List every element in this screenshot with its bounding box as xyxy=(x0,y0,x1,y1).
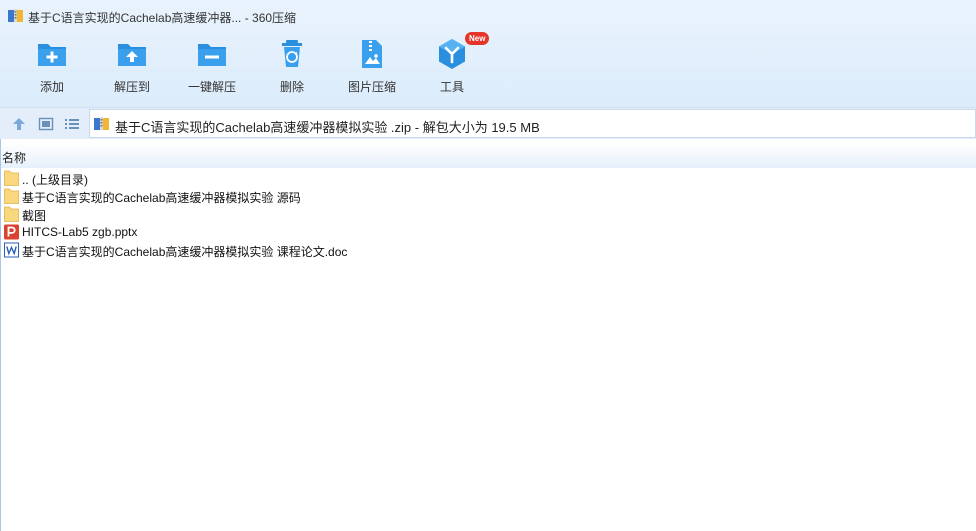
file-name: .. (上级目录) xyxy=(22,173,88,187)
list-view-icon[interactable] xyxy=(64,116,80,132)
tools-button[interactable]: New 工具 xyxy=(412,32,492,102)
recycle-bin-icon xyxy=(282,40,302,67)
zip-archive-icon xyxy=(94,117,109,130)
toolbar: 添加 解压到 一键解压 删除 图片压缩 New 工具 xyxy=(0,32,976,106)
file-name: 基于C语言实现的Cachelab高速缓冲器模拟实验 源码 xyxy=(22,191,301,205)
tools-icon xyxy=(439,39,465,69)
address-bar[interactable]: 基于C语言实现的Cachelab高速缓冲器模拟实验 .zip - 解包大小为 1… xyxy=(89,109,976,138)
tools-label: 工具 xyxy=(439,80,464,94)
window-title: 基于C语言实现的Cachelab高速缓冲器... - 360压缩 xyxy=(28,11,297,25)
header-area: 基于C语言实现的Cachelab高速缓冲器... - 360压缩 添加 解压到 … xyxy=(0,0,976,107)
thumbnail-view-icon[interactable] xyxy=(38,116,54,132)
extract-to-label: 解压到 xyxy=(113,80,150,94)
app-window: 基于C语言实现的Cachelab高速缓冲器... - 360压缩 添加 解压到 … xyxy=(0,0,976,531)
list-item[interactable]: HITCS-Lab5 zgb.pptx xyxy=(4,223,704,241)
image-compress-label: 图片压缩 xyxy=(347,80,396,94)
word-file-icon xyxy=(4,242,19,258)
column-name-label: 名称 xyxy=(2,151,27,165)
folder-icon xyxy=(4,188,19,204)
file-name: 截图 xyxy=(22,209,47,223)
list-item[interactable]: .. (上级目录) xyxy=(4,169,704,187)
folder-icon xyxy=(4,206,19,222)
extract-to-icon xyxy=(118,44,146,66)
list-item[interactable]: 截图 xyxy=(4,205,704,223)
file-name: HITCS-Lab5 zgb.pptx xyxy=(22,225,138,239)
extract-to-button[interactable]: 解压到 xyxy=(92,36,172,102)
folder-icon xyxy=(4,170,19,186)
delete-button[interactable]: 删除 xyxy=(252,36,332,102)
powerpoint-file-icon xyxy=(4,224,19,240)
one-click-extract-label: 一键解压 xyxy=(187,80,236,94)
file-name: 基于C语言实现的Cachelab高速缓冲器模拟实验 课程论文.doc xyxy=(22,245,348,259)
delete-label: 删除 xyxy=(279,80,304,94)
up-arrow-icon[interactable] xyxy=(11,116,27,132)
archive-path: 基于C语言实现的Cachelab高速缓冲器模拟实验 .zip - 解包大小为 1… xyxy=(115,120,540,135)
image-compress-icon xyxy=(362,40,382,68)
title-bar[interactable]: 基于C语言实现的Cachelab高速缓冲器... - 360压缩 xyxy=(0,0,976,32)
add-label: 添加 xyxy=(39,80,64,94)
add-icon xyxy=(38,44,66,66)
one-click-extract-button[interactable]: 一键解压 xyxy=(172,36,252,102)
list-item[interactable]: 基于C语言实现的Cachelab高速缓冲器模拟实验 源码 xyxy=(4,187,704,205)
column-header-name[interactable]: 名称 xyxy=(1,142,976,168)
add-button[interactable]: 添加 xyxy=(12,36,92,102)
file-list: 名称 .. (上级目录) 基于C语言实现的Cachelab高速缓冲器模拟实验 源… xyxy=(0,139,976,531)
address-row: 基于C语言实现的Cachelab高速缓冲器模拟实验 .zip - 解包大小为 1… xyxy=(0,107,976,139)
new-badge: New xyxy=(465,32,490,45)
one-click-extract-icon xyxy=(198,44,226,66)
image-compress-button[interactable]: 图片压缩 xyxy=(332,36,412,102)
list-item[interactable]: 基于C语言实现的Cachelab高速缓冲器模拟实验 课程论文.doc xyxy=(4,241,704,259)
zip-archive-icon xyxy=(8,9,23,22)
